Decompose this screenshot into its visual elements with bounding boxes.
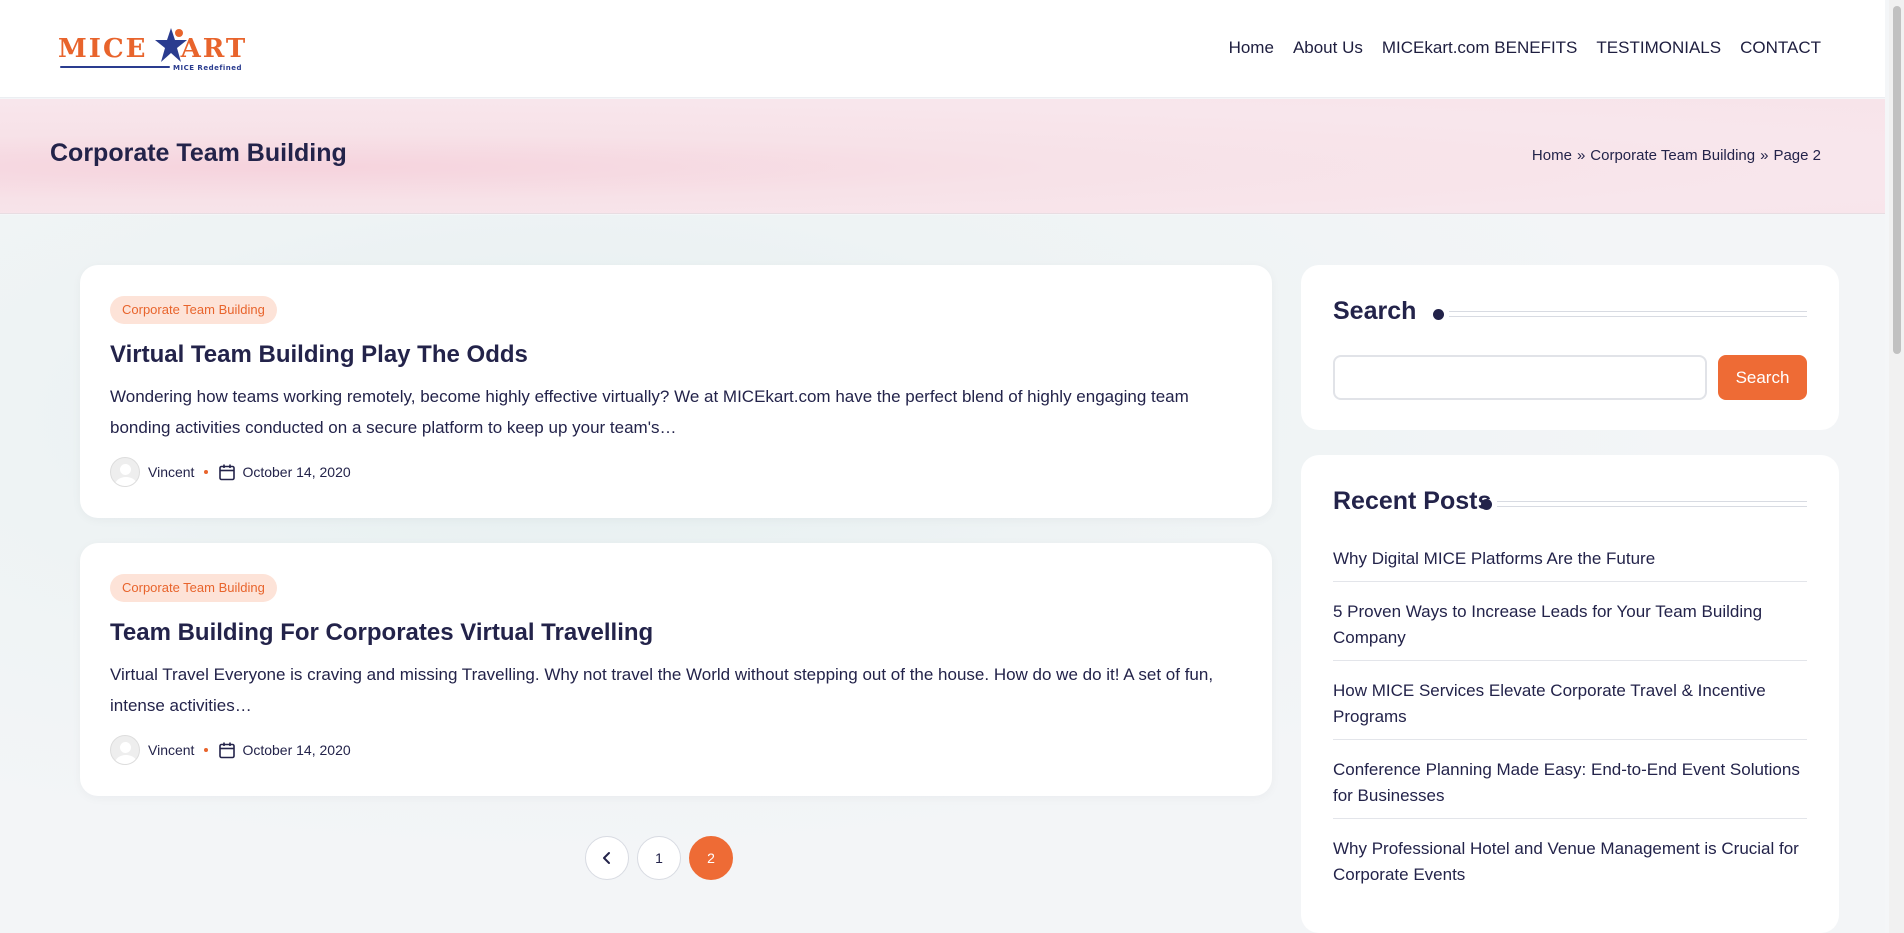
nav-item-about[interactable]: About Us [1293,38,1363,58]
decoration-dot [1481,498,1492,510]
recent-post-link[interactable]: Conference Planning Made Easy: End-to-En… [1333,751,1807,819]
decoration-line [1497,501,1807,507]
breadcrumb-home[interactable]: Home [1532,147,1572,164]
nav-item-benefits[interactable]: MICEkart.com BENEFITS [1382,38,1578,58]
author-avatar[interactable] [110,735,140,765]
post-title-link[interactable]: Virtual Team Building Play The Odds [110,341,528,369]
scrollbar-thumb[interactable] [1893,6,1901,354]
breadcrumb-category[interactable]: Corporate Team Building [1590,147,1755,164]
pagination: 1 2 [585,836,735,880]
recent-post-link[interactable]: Why Digital MICE Platforms Are the Futur… [1333,540,1807,582]
page-scrollbar[interactable] [1889,0,1904,933]
recent-posts-list: Why Digital MICE Platforms Are the Futur… [1333,540,1807,908]
post-excerpt: Wondering how teams working remotely, be… [110,387,1189,437]
post-author[interactable]: Vincent [148,464,194,480]
calendar-icon [219,742,236,759]
pagination-page-current[interactable]: 2 [689,836,733,880]
post-author[interactable]: Vincent [148,742,194,758]
nav-item-home[interactable]: Home [1229,38,1274,58]
breadcrumb: Home » Corporate Team Building » Page 2 [1532,147,1821,164]
logo-underline [60,66,170,68]
calendar-icon [219,464,236,481]
widget-title: Search [1333,297,1417,325]
post-date[interactable]: October 14, 2020 [242,464,350,480]
nav-item-contact[interactable]: CONTACT [1740,38,1821,58]
page-title: Corporate Team Building [50,139,347,167]
decoration-dot [1433,308,1444,320]
site-header: MICE ART MICE Redefined Home About Us MI… [0,0,1885,98]
search-widget: Search Search [1301,265,1839,430]
title-decoration [1433,308,1807,320]
breadcrumb-current: Page 2 [1773,147,1821,164]
breadcrumb-separator: » [1760,147,1769,164]
page-banner: Corporate Team Building Home » Corporate… [0,99,1885,214]
post-category-badge[interactable]: Corporate Team Building [110,296,277,324]
meta-separator-dot [204,470,209,474]
search-input[interactable] [1333,355,1707,400]
recent-post-link[interactable]: How MICE Services Elevate Corporate Trav… [1333,672,1807,740]
chevron-left-icon [603,852,610,864]
post-meta: Vincent October 14, 2020 [110,457,351,487]
breadcrumb-separator: » [1576,147,1586,164]
recent-posts-widget: Recent Posts Why Digital MICE Platforms … [1301,455,1839,933]
recent-post-link[interactable]: Why Professional Hotel and Venue Managem… [1333,830,1807,897]
post-excerpt: Virtual Travel Everyone is craving and m… [110,665,1214,715]
post-title-link[interactable]: Team Building For Corporates Virtual Tra… [110,619,653,647]
post-date[interactable]: October 14, 2020 [242,742,350,758]
recent-post-link[interactable]: 5 Proven Ways to Increase Leads for Your… [1333,593,1807,661]
post-card: Corporate Team Building Team Building Fo… [80,543,1272,796]
site-logo[interactable]: MICE ART MICE Redefined [58,26,258,76]
post-category-badge[interactable]: Corporate Team Building [110,574,277,602]
post-meta: Vincent October 14, 2020 [110,735,351,765]
nav-item-testimonials[interactable]: TESTIMONIALS [1596,38,1721,58]
widget-title: Recent Posts [1333,487,1492,515]
pagination-page-1[interactable]: 1 [637,836,681,880]
title-decoration [1481,498,1807,510]
logo-star-icon [155,28,187,62]
post-card: Corporate Team Building Virtual Team Bui… [80,265,1272,518]
pagination-prev-button[interactable] [585,836,629,880]
author-avatar[interactable] [110,457,140,487]
main-nav: Home About Us MICEkart.com BENEFITS TEST… [1210,38,1821,58]
logo-tagline: MICE Redefined [173,64,243,72]
decoration-line [1449,311,1807,317]
search-button[interactable]: Search [1718,355,1807,400]
meta-separator-dot [204,748,209,752]
